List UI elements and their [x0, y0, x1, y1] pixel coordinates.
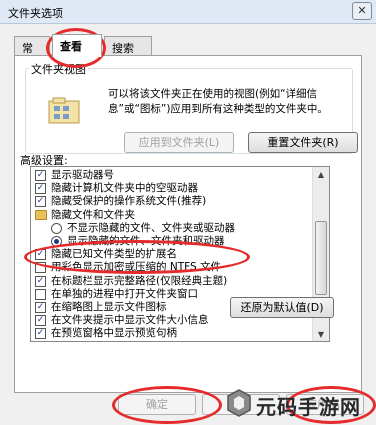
advanced-setting-row[interactable]: ✓ 在预览窗格中显示预览句柄 [31, 327, 314, 340]
folder-views-title: 文件夹视图 [29, 61, 88, 77]
checkbox-checked[interactable]: ✓ [35, 249, 46, 261]
advanced-setting-row[interactable]: ✓ 隐藏受保护的操作系统文件(推荐) [31, 195, 314, 208]
apply-to-folders-button[interactable]: 应用到文件夹(L) [124, 132, 234, 153]
folder-views-group: 可以将该文件夹正在使用的视图(例如“详细信息”或“图标”)应用到所有这种类型的文… [25, 68, 358, 154]
advanced-setting-row[interactable]: 隐藏文件和文件夹 [31, 209, 314, 222]
advanced-setting-label: 在缩略图上显示文件图标 [51, 301, 167, 313]
folder-icon [35, 209, 47, 220]
folder-view-icon [48, 97, 80, 124]
checkbox-checked[interactable]: ✓ [35, 302, 46, 313]
tab-search[interactable]: 搜索 [104, 36, 152, 56]
advanced-setting-label: 隐藏文件和文件夹 [51, 208, 135, 221]
advanced-setting-row[interactable]: ✓ 显示驱动器号 [31, 169, 314, 182]
advanced-setting-label: 显示驱动器号 [51, 169, 114, 181]
advanced-setting-row[interactable]: 用彩色显示加密或压缩的 NTFS 文件 [31, 261, 314, 274]
advanced-setting-label: 隐藏已知文件类型的扩展名 [51, 248, 177, 261]
checkbox-checked[interactable]: ✓ [35, 328, 46, 340]
radio-unselected[interactable] [51, 222, 62, 234]
checkbox-unchecked[interactable] [35, 288, 46, 300]
checkbox-checked[interactable]: ✓ [35, 170, 46, 181]
checkbox-checked[interactable]: ✓ [35, 275, 46, 287]
scroll-down-arrow-icon[interactable]: ▼ [313, 327, 329, 341]
advanced-setting-row[interactable]: 不显示隐藏的文件、文件夹或驱动器 [31, 222, 314, 235]
radio-selected[interactable] [51, 236, 62, 247]
scroll-up-arrow-icon[interactable]: ▲ [313, 167, 329, 183]
watermark-logo: 元码手游网 [226, 385, 368, 421]
title-bar: 文件夹选项 ✕ [0, 0, 376, 24]
advanced-setting-label: 用彩色显示加密或压缩的 NTFS 文件 [51, 261, 221, 274]
checkbox-unchecked[interactable] [35, 262, 46, 274]
advanced-setting-label: 在预览窗格中显示预览句柄 [51, 327, 177, 340]
advanced-setting-label: 在文件夹提示中显示文件大小信息 [51, 314, 209, 327]
tab-general[interactable]: 常规 [14, 36, 50, 71]
advanced-setting-label: 在单独的进程中打开文件夹窗口 [51, 287, 198, 300]
ok-button[interactable]: 确定 [118, 394, 196, 415]
advanced-setting-row[interactable]: ✓ 隐藏计算机文件夹中的空驱动器 [31, 182, 314, 195]
tab-view[interactable]: 查看 [52, 34, 102, 57]
advanced-setting-label: 在标题栏显示完整路径(仅限经典主题) [51, 274, 228, 287]
advanced-setting-label: 不显示隐藏的文件、文件夹或驱动器 [67, 221, 235, 234]
checkbox-checked[interactable]: ✓ [35, 196, 46, 208]
advanced-setting-label: 隐藏计算机文件夹中的空驱动器 [51, 182, 198, 195]
watermark-text: 元码手游网 [256, 395, 361, 419]
watermark-logo-icon [227, 389, 251, 417]
folder-views-description: 可以将该文件夹正在使用的视图(例如“详细信息”或“图标”)应用到所有这种类型的文… [108, 88, 328, 115]
advanced-setting-label: 隐藏受保护的操作系统文件(推荐) [51, 195, 207, 208]
checkbox-checked[interactable]: ✓ [35, 183, 46, 195]
advanced-setting-row[interactable]: ✓ 隐藏已知文件类型的扩展名 [31, 248, 314, 261]
restore-defaults-button[interactable]: 还原为默认值(D) [230, 297, 334, 318]
checkbox-checked[interactable]: ✓ [35, 315, 46, 327]
advanced-setting-row[interactable]: ✓ 在标题栏显示完整路径(仅限经典主题) [31, 275, 314, 288]
close-button[interactable]: ✕ [352, 2, 372, 20]
scroll-thumb[interactable] [315, 221, 327, 295]
reset-folders-button[interactable]: 重置文件夹(R) [248, 132, 358, 153]
window-title: 文件夹选项 [8, 7, 63, 20]
advanced-setting-row[interactable]: 显示隐藏的文件、文件夹和驱动器 [31, 235, 314, 248]
advanced-setting-label: 显示隐藏的文件、文件夹和驱动器 [67, 235, 225, 247]
